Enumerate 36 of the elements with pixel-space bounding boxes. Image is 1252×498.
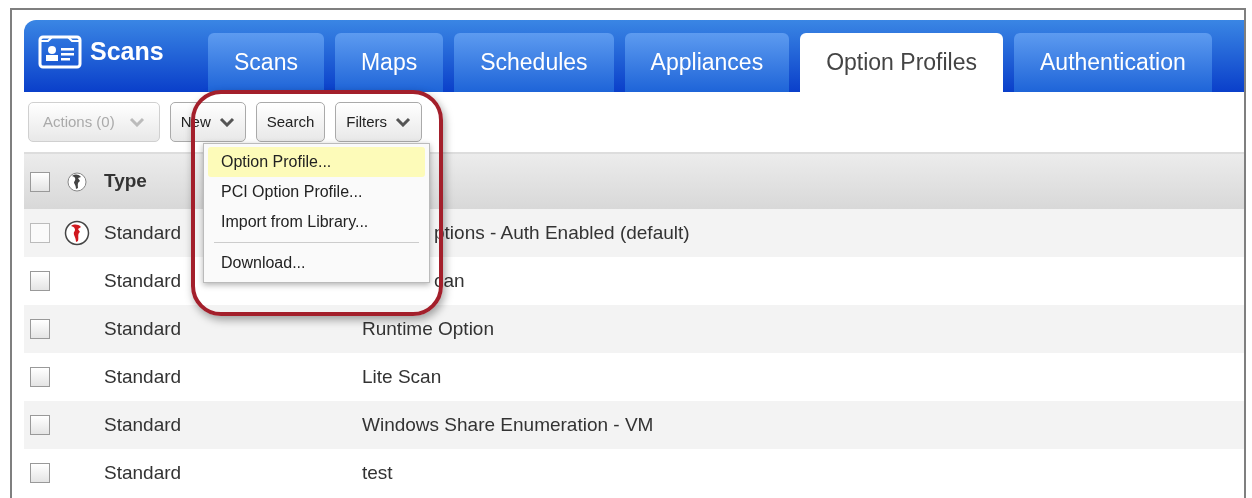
type-cell: Standard <box>104 317 182 339</box>
tab[interactable]: Option Profiles <box>800 33 1003 92</box>
menu-item[interactable]: Option Profile... <box>208 147 425 177</box>
type-cell: Standard <box>104 413 182 435</box>
menu-item[interactable]: Download... <box>208 248 425 278</box>
tab[interactable]: Appliances <box>624 33 790 92</box>
tab[interactable]: Schedules <box>454 33 614 92</box>
toolbar-button[interactable]: Filters <box>335 102 423 142</box>
row-checkbox[interactable] <box>30 271 50 291</box>
toolbar-button[interactable]: Search <box>255 102 326 142</box>
title-cell-text: Lite Scan <box>362 364 442 389</box>
tab[interactable]: Maps <box>334 33 444 92</box>
chevron-down-icon <box>395 117 412 127</box>
tab[interactable]: Scans <box>208 33 324 92</box>
chevron-down-icon <box>128 117 145 127</box>
type-cell: Standard <box>104 221 182 243</box>
type-cell: Standard <box>104 461 182 483</box>
type-cell: Standard <box>104 269 182 291</box>
tab[interactable]: Authentication <box>1014 33 1212 92</box>
id-card-icon <box>38 35 82 69</box>
column-header: Type <box>104 169 147 194</box>
menu-item[interactable]: PCI Option Profile... <box>208 177 425 207</box>
app-title: Scans <box>90 36 164 68</box>
title-cell-text: Windows Share Enumeration - VM <box>362 412 654 437</box>
row-checkbox[interactable] <box>30 463 50 483</box>
menu-item[interactable]: Import from Library... <box>208 207 425 237</box>
row-checkbox[interactable] <box>30 367 50 387</box>
type-cell: Standard <box>104 365 182 387</box>
globe-icon <box>67 171 87 192</box>
select-all-checkbox[interactable] <box>30 171 50 192</box>
title-cell-text: Runtime Option <box>362 316 494 341</box>
row-checkbox[interactable] <box>30 223 50 243</box>
chevron-down-icon <box>218 117 235 127</box>
title-cell-text: test <box>362 460 393 485</box>
row-checkbox[interactable] <box>30 319 50 339</box>
row-checkbox[interactable] <box>30 415 50 435</box>
